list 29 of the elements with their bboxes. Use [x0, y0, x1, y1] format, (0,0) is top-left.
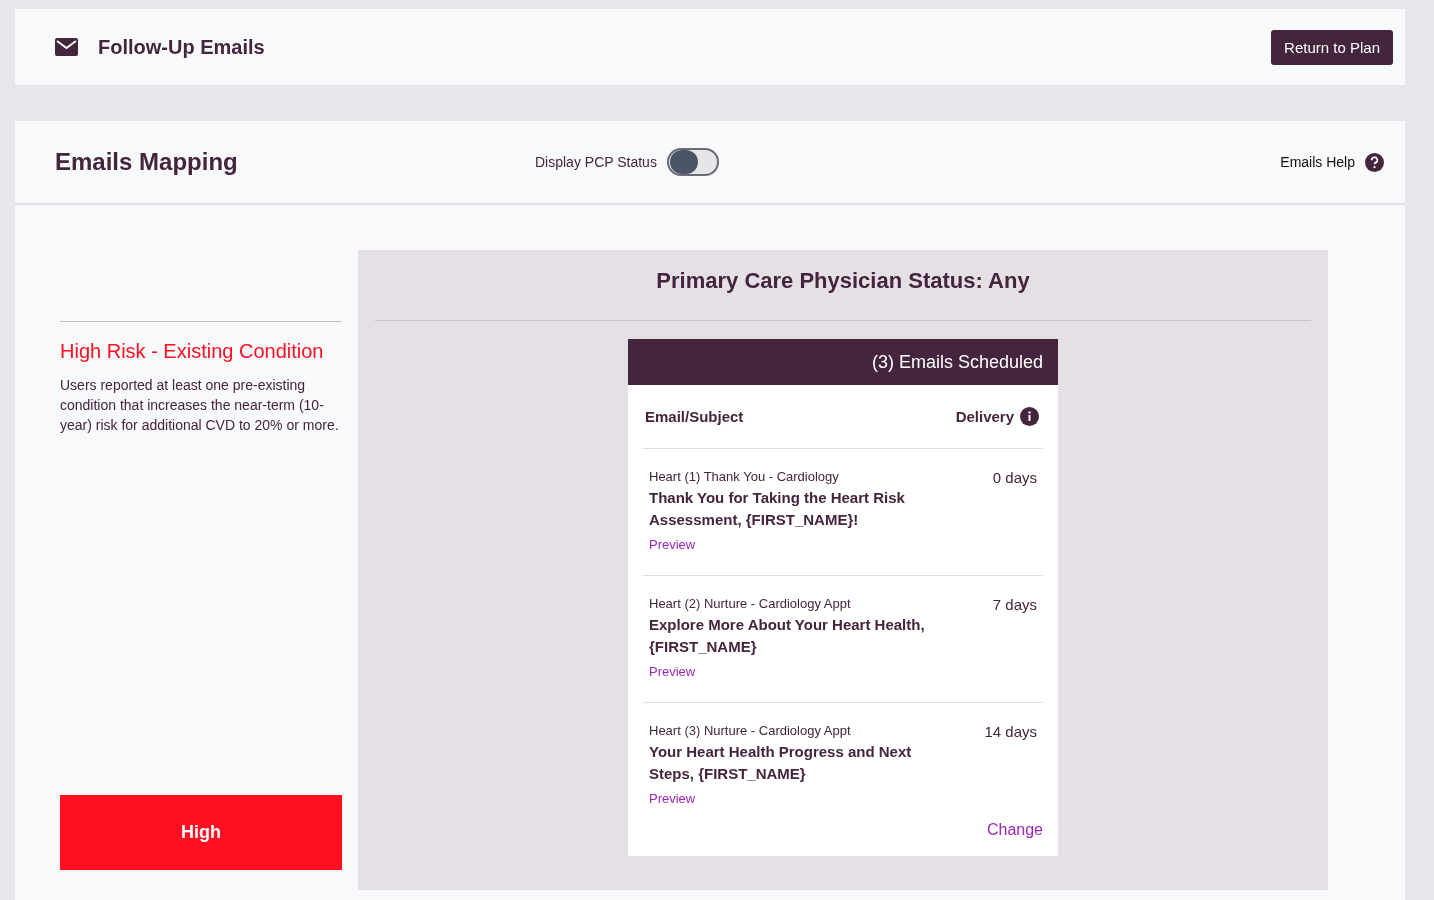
info-icon[interactable] — [1020, 407, 1039, 426]
help-icon[interactable] — [1365, 152, 1384, 172]
risk-description: Users reported at least one pre-existing condition that increases the near-term (10-year) risk for additional CVD to 20% or more. — [60, 376, 340, 435]
email-name: Heart (1) Thank You - Cardiology — [649, 469, 840, 484]
email-subject: Your Heart Health Progress and Next Steps, {FIRST_NAME} — [649, 742, 913, 784]
email-subject: Thank You for Taking the Heart Risk Assessment, {FIRST_NAME}! — [649, 488, 906, 530]
preview-link[interactable]: Preview — [649, 537, 696, 552]
preview-link[interactable]: Preview — [649, 664, 696, 679]
envelope-icon — [55, 38, 78, 56]
emails-help-link[interactable]: Emails Help — [1280, 154, 1355, 170]
preview-link[interactable]: Preview — [649, 791, 696, 806]
column-header: Email/Subject — [645, 408, 744, 425]
page-title: Follow-Up Emails — [98, 35, 266, 59]
emails-scheduled-header: (3) Emails Scheduled — [628, 339, 1058, 385]
pcp-status-toggle[interactable] — [666, 148, 719, 176]
email-subject: Explore More About Your Heart Health, {FIRST_NAME} — [649, 615, 926, 657]
column-header: Delivery — [955, 408, 1014, 425]
email-name: Heart (2) Nurture - Cardiology Appt — [649, 596, 852, 611]
delivery-days: 7 days — [992, 596, 1037, 702]
risk-category-title: High Risk - Existing Condition — [60, 340, 325, 363]
section-title: Emails Mapping — [55, 148, 239, 176]
delivery-days: 14 days — [984, 723, 1037, 821]
return-to-plan-button[interactable]: Return to Plan — [1271, 29, 1393, 65]
change-link[interactable]: Change — [986, 821, 1043, 839]
delivery-days: 0 days — [992, 469, 1037, 575]
email-name: Heart (3) Nurture - Cardiology Appt — [649, 723, 852, 738]
risk-level-badge: High — [60, 795, 342, 870]
toggle-label: Display PCP Status — [535, 154, 657, 170]
pcp-status-heading: Primary Care Physician Status: Any — [375, 268, 1311, 321]
